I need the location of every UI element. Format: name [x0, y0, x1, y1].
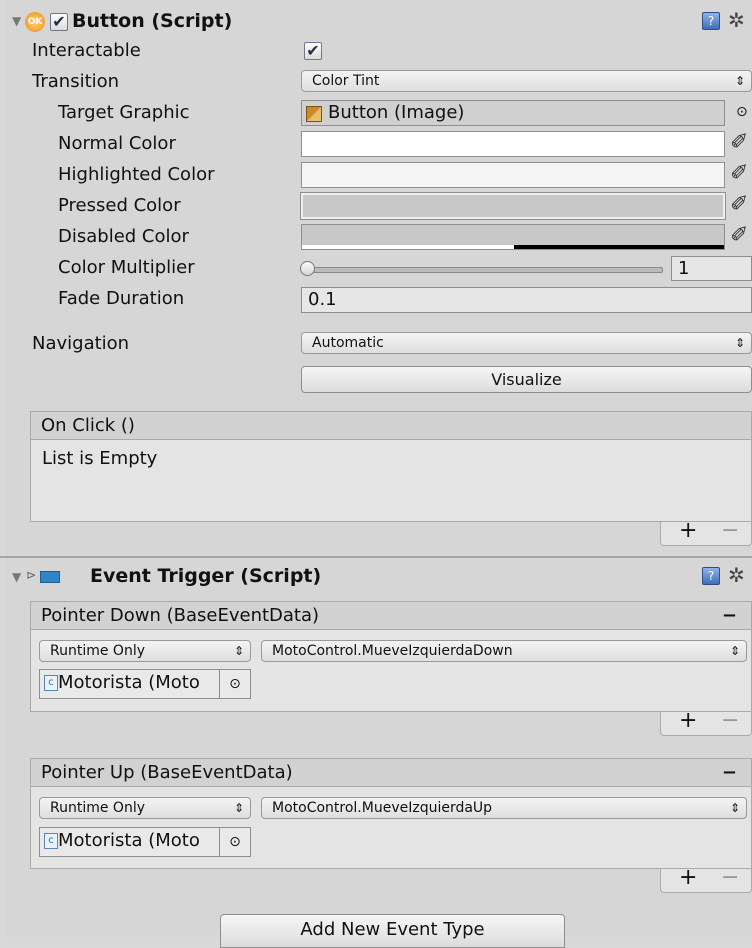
add-new-event-type-button[interactable]: Add New Event Type: [220, 914, 565, 948]
method-value: MotoControl.MueveIzquierdaUp: [272, 800, 493, 816]
pointer-up-title: Pointer Up (BaseEventData): [41, 762, 293, 783]
on-click-header: On Click (): [30, 411, 752, 440]
object-picker-icon[interactable]: ⊙: [219, 828, 250, 856]
color-picker-icon[interactable]: ✐: [730, 161, 748, 186]
target-object-value: Motorista (Moto: [58, 672, 200, 693]
on-click-footer: + −: [660, 520, 752, 546]
event-trigger-icon: [40, 571, 60, 583]
disabled-color-swatch[interactable]: [301, 224, 725, 250]
dropdown-arrow-icon: ⇕: [734, 74, 745, 88]
target-object-field[interactable]: c Motorista (Moto ⊙: [39, 669, 251, 699]
dropdown-arrow-icon: ⇕: [233, 801, 244, 815]
transition-value: Color Tint: [312, 73, 380, 89]
navigation-value: Automatic: [312, 335, 384, 351]
color-picker-icon[interactable]: ✐: [730, 130, 748, 155]
visualize-button[interactable]: Visualize: [301, 366, 752, 393]
button-component-header[interactable]: ▼ OK ✔ Button (Script) ? ✲: [10, 8, 752, 38]
target-graphic-value: Button (Image): [328, 102, 465, 123]
pointer-down-body: Runtime Only ⇕ MotoControl.MueveIzquierd…: [30, 630, 752, 712]
component-title: Button (Script): [72, 10, 233, 32]
image-icon: [306, 106, 322, 122]
pointer-up-footer: + −: [660, 867, 752, 893]
color-multiplier-value: 1: [678, 258, 690, 279]
target-graphic-field[interactable]: Button (Image): [301, 100, 725, 126]
target-object-field[interactable]: c Motorista (Moto ⊙: [39, 827, 251, 857]
runtime-dropdown[interactable]: Runtime Only ⇕: [39, 640, 251, 662]
disabled-color-label: Disabled Color: [58, 226, 189, 247]
component-separator: [0, 556, 752, 558]
fade-duration-label: Fade Duration: [58, 288, 185, 309]
remove-event-button[interactable]: −: [722, 759, 737, 786]
pointer-down-header: Pointer Down (BaseEventData) −: [30, 601, 752, 630]
gear-icon[interactable]: ✲: [728, 563, 745, 587]
normal-color-swatch[interactable]: [301, 131, 725, 157]
pointer-up-body: Runtime Only ⇕ MotoControl.MueveIzquierd…: [30, 787, 752, 869]
list-empty-text: List is Empty: [42, 448, 158, 469]
interactable-checkbox[interactable]: ✔: [304, 42, 322, 60]
highlighted-color-swatch[interactable]: [301, 162, 725, 188]
script-icon: ⊳: [26, 568, 37, 582]
pressed-color-swatch[interactable]: [301, 193, 725, 219]
foldout-arrow-icon[interactable]: ▼: [12, 570, 21, 584]
navigation-label: Navigation: [32, 333, 130, 354]
script-file-icon: c: [44, 675, 58, 691]
method-value: MotoControl.MueveIzquierdaDown: [272, 643, 513, 659]
target-graphic-label: Target Graphic: [58, 102, 190, 123]
alpha-bar-black: [514, 245, 724, 249]
gear-icon[interactable]: ✲: [728, 8, 745, 32]
help-icon[interactable]: ?: [702, 12, 720, 30]
pressed-color-label: Pressed Color: [58, 195, 181, 216]
remove-listener-button[interactable]: −: [721, 520, 739, 542]
fade-duration-input[interactable]: 0.1: [301, 287, 752, 313]
remove-event-button[interactable]: −: [722, 602, 737, 629]
transition-dropdown[interactable]: Color Tint ⇕: [301, 70, 752, 92]
foldout-arrow-icon[interactable]: ▼: [12, 14, 21, 28]
color-picker-icon[interactable]: ✐: [730, 192, 748, 217]
color-multiplier-input[interactable]: 1: [671, 256, 752, 281]
interactable-label: Interactable: [32, 40, 141, 61]
dropdown-arrow-icon: ⇕: [729, 644, 740, 658]
remove-listener-button[interactable]: −: [721, 867, 739, 889]
navigation-dropdown[interactable]: Automatic ⇕: [301, 332, 752, 354]
dropdown-arrow-icon: ⇕: [729, 801, 740, 815]
alpha-bar-white: [302, 245, 514, 249]
highlighted-color-label: Highlighted Color: [58, 164, 215, 185]
transition-label: Transition: [32, 71, 120, 92]
add-listener-button[interactable]: +: [679, 520, 697, 542]
ok-button-icon: OK: [25, 12, 45, 32]
dropdown-arrow-icon: ⇕: [233, 644, 244, 658]
visualize-label: Visualize: [491, 370, 562, 389]
script-file-icon: c: [44, 833, 58, 849]
pointer-down-footer: + −: [660, 710, 752, 736]
dropdown-arrow-icon: ⇕: [734, 336, 745, 350]
add-listener-button[interactable]: +: [679, 710, 697, 732]
color-multiplier-slider-thumb[interactable]: [300, 261, 315, 276]
component-enabled-checkbox[interactable]: ✔: [50, 13, 68, 31]
fade-duration-value: 0.1: [308, 289, 337, 310]
runtime-dropdown[interactable]: Runtime Only ⇕: [39, 797, 251, 819]
event-trigger-header[interactable]: ▼ ⊳ Event Trigger (Script) ? ✲: [10, 562, 752, 592]
add-listener-button[interactable]: +: [679, 867, 697, 889]
runtime-value: Runtime Only: [50, 800, 145, 816]
on-click-list: List is Empty: [30, 440, 752, 522]
color-picker-icon[interactable]: ✐: [730, 223, 748, 248]
help-icon[interactable]: ?: [702, 567, 720, 585]
event-trigger-title: Event Trigger (Script): [90, 565, 322, 587]
object-picker-icon[interactable]: ⊙: [736, 104, 748, 120]
remove-listener-button[interactable]: −: [721, 710, 739, 732]
pointer-down-title: Pointer Down (BaseEventData): [41, 605, 320, 626]
target-object-value: Motorista (Moto: [58, 830, 200, 851]
method-dropdown[interactable]: MotoControl.MueveIzquierdaUp ⇕: [261, 797, 747, 819]
method-dropdown[interactable]: MotoControl.MueveIzquierdaDown ⇕: [261, 640, 747, 662]
on-click-title: On Click (): [41, 415, 135, 436]
pointer-up-header: Pointer Up (BaseEventData) −: [30, 758, 752, 787]
normal-color-label: Normal Color: [58, 133, 176, 154]
runtime-value: Runtime Only: [50, 643, 145, 659]
color-multiplier-slider-track[interactable]: [305, 267, 663, 273]
color-multiplier-label: Color Multiplier: [58, 257, 195, 278]
object-picker-icon[interactable]: ⊙: [219, 670, 250, 698]
